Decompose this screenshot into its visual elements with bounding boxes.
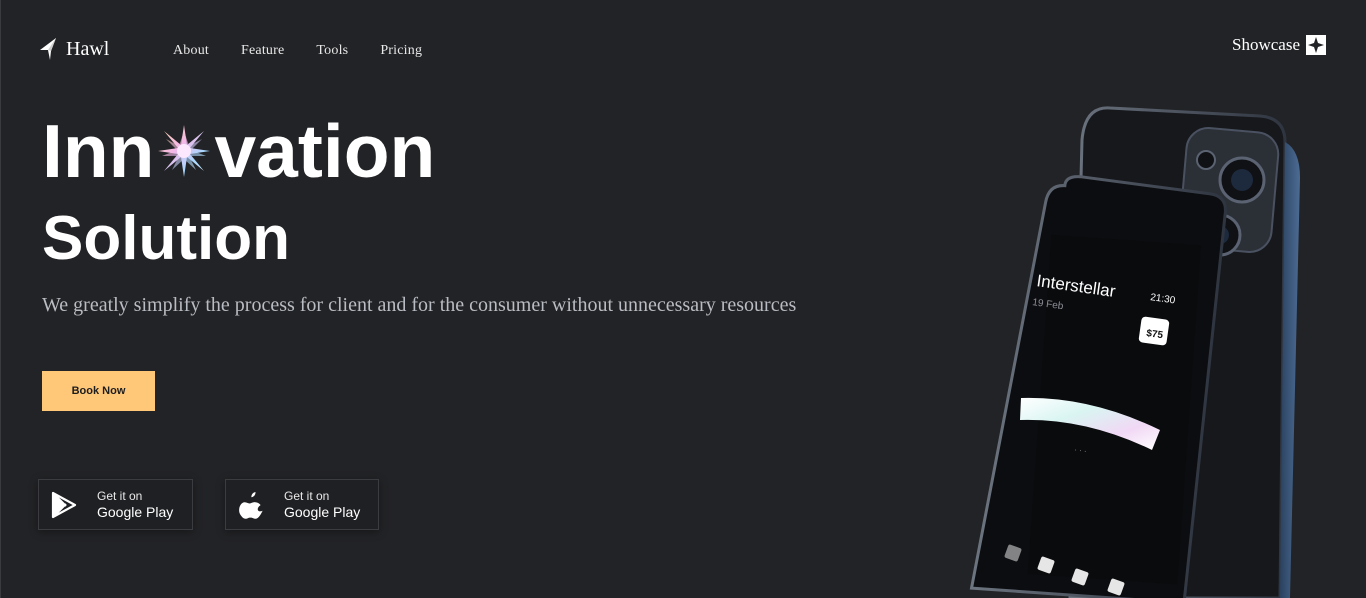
showcase-label: Showcase <box>1232 35 1300 54</box>
brand-logo[interactable]: Hawl <box>38 37 109 61</box>
paper-plane-icon <box>40 38 56 60</box>
hero-title-part1: Inn <box>42 109 155 193</box>
hero-title-part2: vation <box>214 109 436 193</box>
sparkle-star-icon <box>158 125 211 177</box>
app-store-button[interactable]: Get it on Google Play <box>225 479 379 530</box>
nav-link-tools[interactable]: Tools <box>316 43 348 59</box>
showcase-icon <box>1306 35 1326 55</box>
store-button-label: Google Play <box>97 503 174 520</box>
left-border <box>0 0 1 598</box>
store-button-small-text: Get it on <box>97 488 143 503</box>
store-button-label: Google Play <box>284 503 361 520</box>
main-nav: About Feature Tools Pricing <box>173 43 422 59</box>
nav-link-about[interactable]: About <box>173 43 209 59</box>
showcase-link[interactable]: Showcase <box>1232 35 1326 55</box>
phone-illustration: Interstellar 19 Feb 21:30 $75 · · · <box>969 106 1300 598</box>
store-button-small-text: Get it on <box>284 488 330 503</box>
nav-link-feature[interactable]: Feature <box>241 43 284 59</box>
google-play-button[interactable]: Get it on Google Play <box>38 479 193 530</box>
hero-subtitle: We greatly simplify the process for clie… <box>42 294 797 316</box>
apple-icon <box>239 491 263 519</box>
google-play-icon <box>51 491 77 518</box>
hero-title-line2: Solution <box>42 204 290 273</box>
front-phone <box>969 175 1227 598</box>
brand-name: Hawl <box>66 37 110 60</box>
nav-link-pricing[interactable]: Pricing <box>380 43 422 59</box>
book-now-button[interactable]: Book Now <box>42 371 155 411</box>
phone-dots: · · · <box>1074 445 1088 456</box>
hero-title-line1: Inn vation <box>42 108 435 194</box>
